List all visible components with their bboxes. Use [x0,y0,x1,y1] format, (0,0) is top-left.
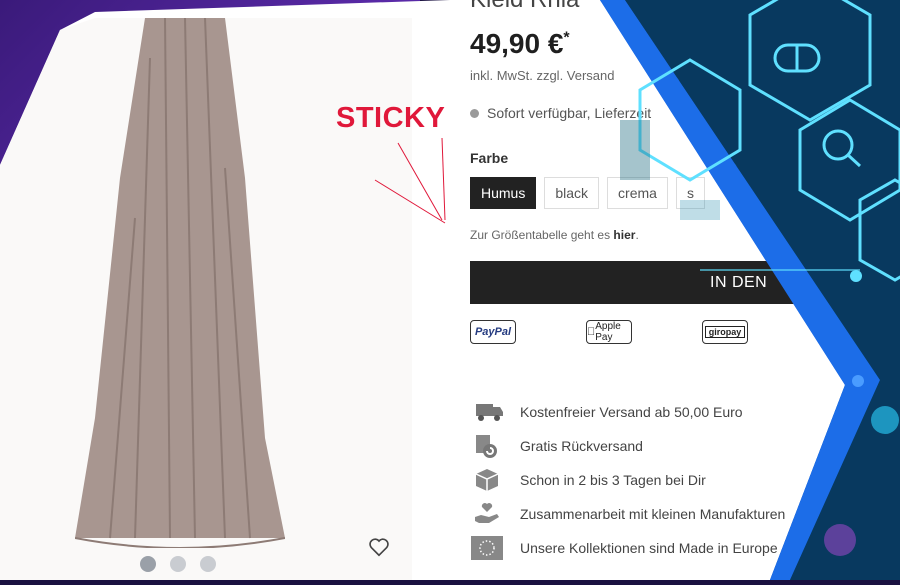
dress-image [75,18,285,548]
annotation-arrows [374,138,446,224]
return-box-icon [470,433,504,459]
sticky-annotation: STICKY [336,102,446,134]
truck-icon [470,399,504,425]
feature-item: Gratis Rückversand [470,429,785,463]
product-title: Kleid Rhia [470,0,579,14]
feature-list: Kostenfreier Versand ab 50,00 Euro Grati… [470,395,785,565]
color-options: Humus black crema s [470,177,705,209]
color-option-black[interactable]: black [544,177,600,209]
color-label: Farbe [470,150,509,166]
product-price: 49,90 €* [470,28,570,59]
eu-flag-icon [470,535,504,561]
size-chart-link[interactable]: hier [613,228,635,242]
giropay-badge: giropay [702,320,748,344]
feature-item: Kostenfreier Versand ab 50,00 Euro [470,395,785,429]
color-option-humus[interactable]: Humus [470,177,537,209]
wishlist-heart-icon[interactable] [368,536,390,558]
add-to-cart-button[interactable]: IN DEN [470,261,800,304]
feature-item: Zusammenarbeit mit kleinen Manufakturen [470,497,785,531]
paypal-badge: PayPal [470,320,516,344]
hand-heart-icon [470,501,504,527]
package-icon [470,467,504,493]
gallery-dots [140,556,216,572]
size-chart-note: Zur Größentabelle geht es hier. [470,228,639,242]
feature-item: Unsere Kollektionen sind Made in Europe [470,531,785,565]
apple-icon:  [587,326,595,338]
feature-item: Schon in 2 bis 3 Tagen bei Dir [470,463,785,497]
availability-dot-icon [470,108,479,118]
apple-pay-badge: Apple Pay [586,320,632,344]
gallery-dot[interactable] [200,556,216,572]
color-option-crema[interactable]: crema [607,177,668,209]
tax-note: inkl. MwSt. zzgl. Versand [470,68,615,83]
availability: Sofort verfügbar, Lieferzeit [470,105,651,121]
gallery-dot[interactable] [170,556,186,572]
color-option-partial[interactable]: s [675,177,705,209]
gallery-dot[interactable] [140,556,156,572]
